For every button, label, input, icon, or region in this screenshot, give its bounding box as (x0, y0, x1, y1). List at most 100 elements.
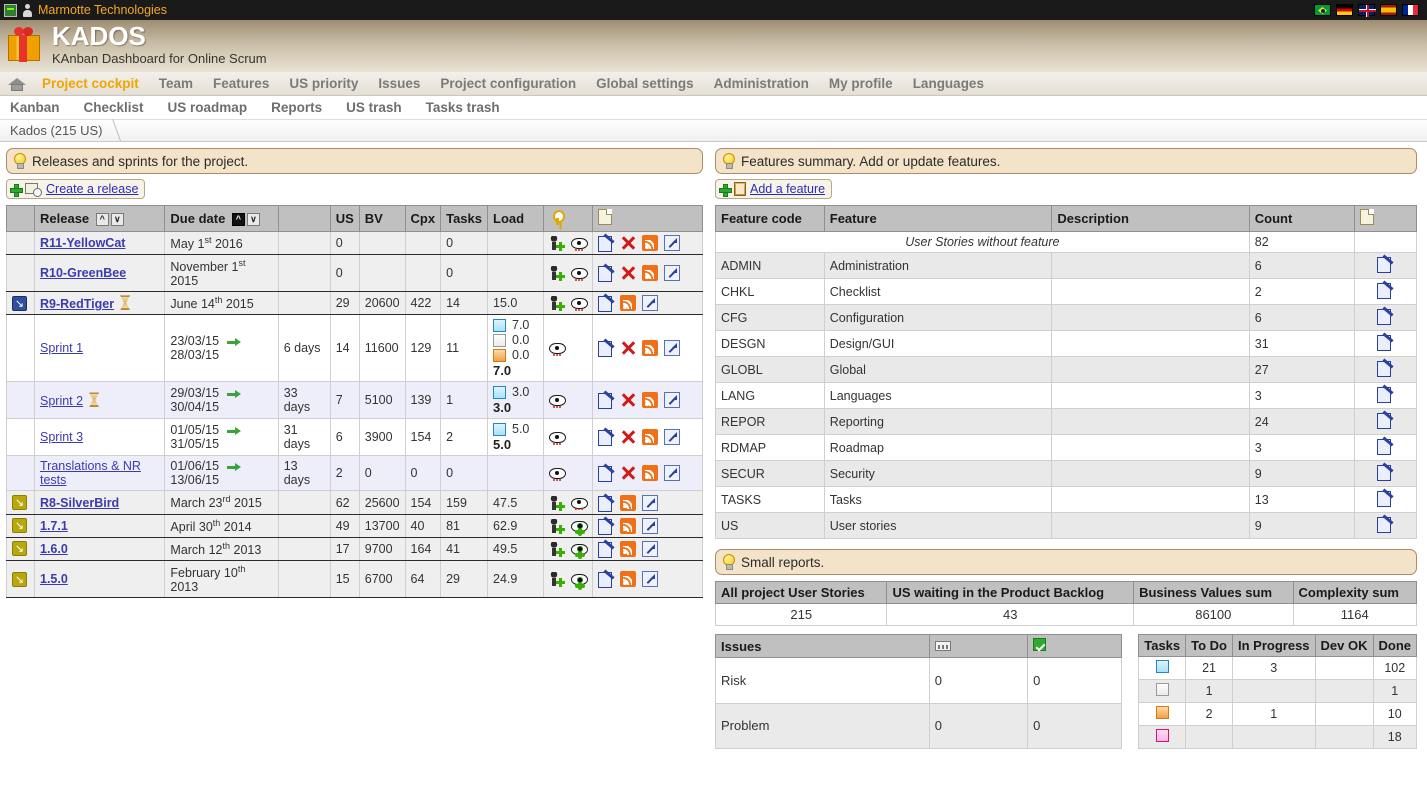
sprint-link[interactable]: Sprint 2 (40, 394, 83, 408)
subnav-checklist[interactable]: Checklist (84, 100, 156, 115)
edit-icon[interactable] (598, 465, 614, 481)
due-date-sort-buttons[interactable]: ^ ∨ (232, 213, 260, 226)
edit-icon[interactable] (598, 392, 614, 408)
add-person-icon[interactable] (549, 265, 565, 281)
edit-icon[interactable] (598, 235, 614, 251)
sprint-link[interactable]: Sprint 3 (40, 430, 83, 444)
release-link[interactable]: R11-YellowCat (40, 236, 125, 250)
expand-toggle-icon[interactable]: ↘ (12, 541, 27, 556)
edit-icon[interactable] (1377, 282, 1393, 298)
edit-icon[interactable] (598, 495, 614, 511)
edit-icon[interactable] (598, 518, 614, 534)
create-release-link[interactable]: Create a release (46, 182, 138, 196)
subnav-kanban[interactable]: Kanban (10, 100, 72, 115)
rss-icon[interactable] (620, 518, 636, 534)
th-due-date[interactable]: Due date ^ ∨ (165, 206, 278, 232)
th-release[interactable]: Release ^ ∨ (35, 206, 165, 232)
rss-icon[interactable] (642, 265, 658, 281)
menu-item-us-priority[interactable]: US priority (279, 76, 368, 91)
menu-item-my-profile[interactable]: My profile (819, 76, 903, 91)
add-person-icon[interactable] (549, 495, 565, 511)
eye-minus-icon[interactable] (549, 340, 565, 356)
menu-item-issues[interactable]: Issues (368, 76, 430, 91)
rss-icon[interactable] (642, 340, 658, 356)
eye-plus-icon[interactable] (571, 518, 587, 534)
menu-item-features[interactable]: Features (203, 76, 279, 91)
menu-item-project-cockpit[interactable]: Project cockpit (32, 76, 149, 91)
breadcrumb-project[interactable]: Kados (215 US) (10, 123, 117, 138)
add-person-icon[interactable] (549, 235, 565, 251)
sprint-link[interactable]: Sprint 1 (40, 341, 83, 355)
collapse-toggle-icon[interactable]: ↘ (12, 296, 27, 311)
menu-item-project-configuration[interactable]: Project configuration (430, 76, 586, 91)
expand-toggle-icon[interactable]: ↘ (12, 572, 27, 587)
rss-icon[interactable] (642, 465, 658, 481)
external-link-icon[interactable] (642, 495, 658, 511)
due-date-sort-desc[interactable]: ∨ (247, 213, 260, 226)
rss-icon[interactable] (642, 429, 658, 445)
external-link-icon[interactable] (664, 340, 680, 356)
add-person-icon[interactable] (549, 571, 565, 587)
edit-icon[interactable] (1377, 412, 1393, 428)
edit-icon[interactable] (598, 541, 614, 557)
rss-icon[interactable] (620, 495, 636, 511)
create-release-button[interactable]: Create a release (6, 179, 145, 199)
flag-germany[interactable] (1336, 4, 1353, 16)
delete-icon[interactable] (620, 340, 636, 356)
eye-minus-icon[interactable] (571, 295, 587, 311)
edit-icon[interactable] (598, 429, 614, 445)
eye-minus-icon[interactable] (549, 392, 565, 408)
release-link[interactable]: R8-SilverBird (40, 496, 119, 510)
edit-icon[interactable] (1377, 334, 1393, 350)
release-sort-asc[interactable]: ^ (96, 213, 109, 226)
external-link-icon[interactable] (664, 265, 680, 281)
expand-toggle-icon[interactable]: ↘ (12, 495, 27, 510)
external-link-icon[interactable] (642, 541, 658, 557)
menu-item-team[interactable]: Team (149, 76, 203, 91)
edit-icon[interactable] (1377, 386, 1393, 402)
eye-minus-icon[interactable] (549, 465, 565, 481)
rss-icon[interactable] (620, 541, 636, 557)
eye-minus-icon[interactable] (549, 429, 565, 445)
rss-icon[interactable] (642, 235, 658, 251)
eye-minus-icon[interactable] (571, 235, 587, 251)
home-icon[interactable] (8, 76, 26, 91)
add-person-icon[interactable] (549, 295, 565, 311)
subnav-us-roadmap[interactable]: US roadmap (168, 100, 260, 115)
edit-icon[interactable] (1377, 490, 1393, 506)
rss-icon[interactable] (642, 392, 658, 408)
external-link-icon[interactable] (664, 429, 680, 445)
edit-icon[interactable] (598, 295, 614, 311)
external-link-icon[interactable] (642, 518, 658, 534)
menu-item-administration[interactable]: Administration (704, 76, 819, 91)
edit-icon[interactable] (598, 571, 614, 587)
external-link-icon[interactable] (642, 295, 658, 311)
external-link-icon[interactable] (664, 465, 680, 481)
edit-icon[interactable] (1377, 308, 1393, 324)
delete-icon[interactable] (620, 265, 636, 281)
eye-plus-icon[interactable] (571, 571, 587, 587)
release-link[interactable]: 1.7.1 (40, 519, 68, 533)
subnav-us-trash[interactable]: US trash (346, 100, 414, 115)
release-link[interactable]: 1.6.0 (40, 542, 68, 556)
external-link-icon[interactable] (642, 571, 658, 587)
add-feature-link[interactable]: Add a feature (750, 182, 825, 196)
external-link-icon[interactable] (664, 392, 680, 408)
release-sort-buttons[interactable]: ^ ∨ (96, 213, 124, 226)
subnav-tasks-trash[interactable]: Tasks trash (426, 100, 512, 115)
edit-icon[interactable] (1377, 516, 1393, 532)
edit-icon[interactable] (1377, 464, 1393, 480)
edit-icon[interactable] (598, 340, 614, 356)
release-link[interactable]: R10-GreenBee (40, 266, 126, 280)
menu-item-languages[interactable]: Languages (903, 76, 994, 91)
flag-brazil[interactable] (1314, 4, 1331, 16)
flag-france[interactable] (1402, 4, 1419, 16)
eye-plus-icon[interactable] (571, 541, 587, 557)
add-person-icon[interactable] (549, 518, 565, 534)
logout-icon[interactable] (4, 4, 17, 17)
edit-icon[interactable] (598, 265, 614, 281)
rss-icon[interactable] (620, 295, 636, 311)
subnav-reports[interactable]: Reports (271, 100, 334, 115)
rss-icon[interactable] (620, 571, 636, 587)
delete-icon[interactable] (620, 392, 636, 408)
